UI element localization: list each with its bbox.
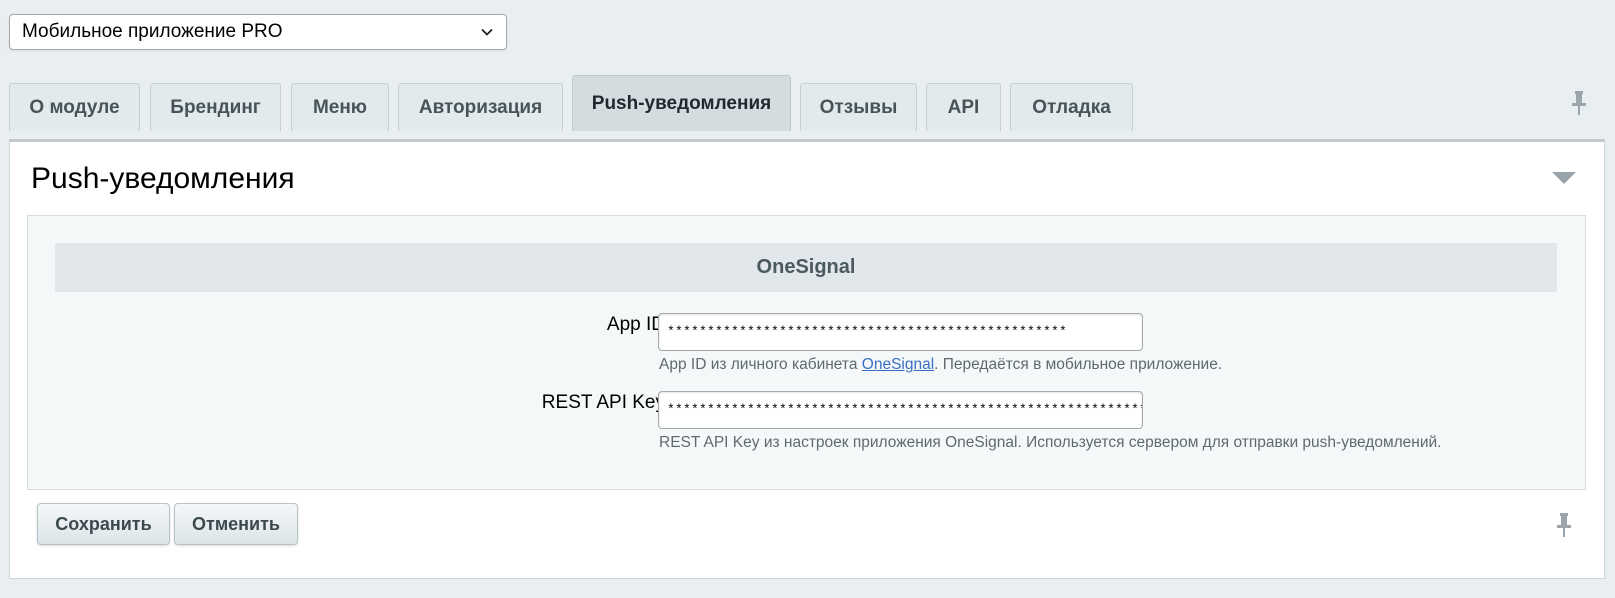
cancel-button[interactable]: Отменить (174, 503, 298, 545)
app-id-hint-text-end: . Передаётся в мобильное приложение. (934, 356, 1223, 373)
tab-label: API (947, 96, 980, 118)
triangle-down-icon[interactable] (1551, 170, 1577, 186)
tab-reviews[interactable]: Отзывы (800, 83, 917, 131)
rest-api-key-label: REST API Key (541, 392, 665, 413)
panel-title: Push-уведомления (31, 162, 295, 195)
tab-about[interactable]: О модуле (9, 83, 140, 131)
tab-label: Отзывы (819, 96, 898, 118)
tab-bar: О модуле Брендинг Меню Авторизация Push-… (0, 0, 1615, 140)
tab-api[interactable]: API (926, 83, 1001, 131)
tab-label: Брендинг (170, 96, 261, 118)
tab-branding[interactable]: Брендинг (150, 83, 281, 131)
tab-label: Меню (312, 96, 368, 118)
settings-section: OneSignal App ID ***********************… (27, 215, 1586, 490)
tab-label: Отладка (1032, 96, 1111, 118)
app-id-hint-text: App ID из личного кабинета (659, 356, 862, 373)
section-heading: OneSignal (55, 243, 1557, 292)
tab-menu[interactable]: Меню (291, 83, 389, 131)
app-id-hint: App ID из личного кабинета OneSignal. Пе… (659, 356, 1222, 374)
save-button[interactable]: Сохранить (37, 503, 170, 545)
onesignal-link[interactable]: OneSignal (862, 356, 934, 373)
rest-api-key-input[interactable]: ****************************************… (658, 391, 1143, 429)
tab-debug[interactable]: Отладка (1010, 83, 1133, 131)
rest-api-key-hint: REST API Key из настроек приложения OneS… (659, 434, 1442, 451)
pin-icon[interactable] (1569, 90, 1589, 116)
app-id-label: App ID (606, 314, 665, 335)
tab-label: Авторизация (418, 96, 543, 118)
tab-push-notifications[interactable]: Push-уведомления (572, 75, 791, 131)
tab-authorization[interactable]: Авторизация (398, 83, 563, 131)
tab-label: О модуле (29, 96, 120, 118)
pin-icon[interactable] (1554, 512, 1574, 538)
app-id-input[interactable]: ****************************************… (658, 313, 1143, 351)
settings-panel: Push-уведомления OneSignal App ID ******… (9, 139, 1605, 579)
tab-label: Push-уведомления (591, 92, 772, 114)
